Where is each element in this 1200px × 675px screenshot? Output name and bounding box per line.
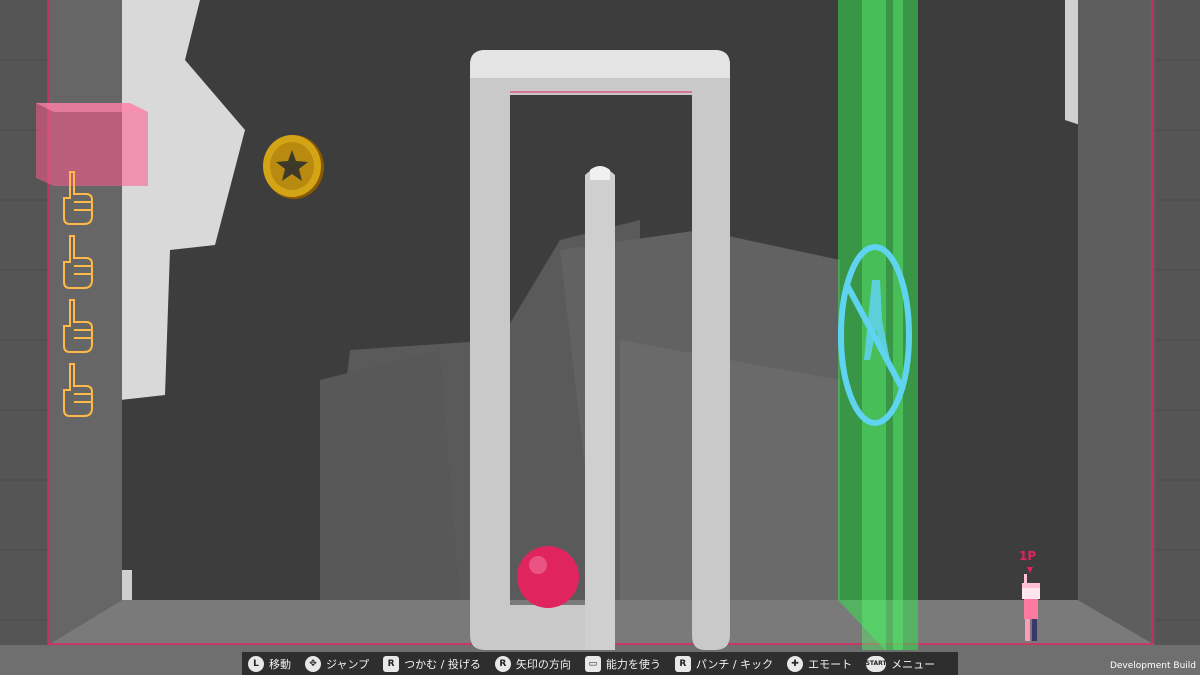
dpad-icon: ✚ [787, 655, 804, 672]
player-tag: 1P [1019, 549, 1037, 563]
control-jump: ✥ ジャンプ [305, 655, 370, 672]
control-grab-throw: R つかむ / 投げる [383, 655, 481, 672]
scene-graphic [0, 0, 1200, 675]
hand-life-icon [63, 299, 93, 353]
control-label: 能力を使う [605, 657, 661, 671]
hand-life-icon [63, 363, 93, 417]
control-label: つかむ / 投げる [404, 657, 481, 671]
control-menu: START メニュー [866, 655, 936, 672]
control-use-ability: ▭ 能力を使う [584, 655, 661, 672]
left-stick-icon: L [248, 655, 264, 672]
lives-indicator [63, 171, 93, 417]
control-label: 矢印の方向 [515, 657, 571, 671]
control-label: エモート [808, 657, 853, 671]
control-emote: ✚ エモート [787, 655, 853, 672]
start-button-icon: START [866, 655, 887, 672]
development-build-label: Development Build [1109, 661, 1196, 671]
controls-bar: L 移動 ✥ ジャンプ R つかむ / 投げる R 矢印の方向 ▭ 能力を使う … [242, 652, 958, 675]
pink-ball [517, 546, 579, 608]
hand-life-icon [63, 171, 93, 225]
face-buttons-icon: ✥ [305, 655, 321, 672]
control-label: ジャンプ [326, 657, 370, 671]
control-move: L 移動 [248, 655, 291, 672]
control-label: 移動 [269, 657, 291, 671]
game-scene: 1P [0, 0, 1200, 675]
control-punch-kick: R パンチ / キック [674, 655, 774, 672]
r-trigger-icon: R [674, 655, 691, 672]
control-label: メニュー [891, 657, 936, 671]
r-button-icon: R [383, 655, 400, 672]
right-stick-icon: R [494, 655, 511, 672]
shoulder-button-icon: ▭ [584, 655, 601, 672]
control-arrow-direction: R 矢印の方向 [494, 655, 571, 672]
control-label: パンチ / キック [695, 657, 774, 671]
hand-life-icon [63, 235, 93, 289]
